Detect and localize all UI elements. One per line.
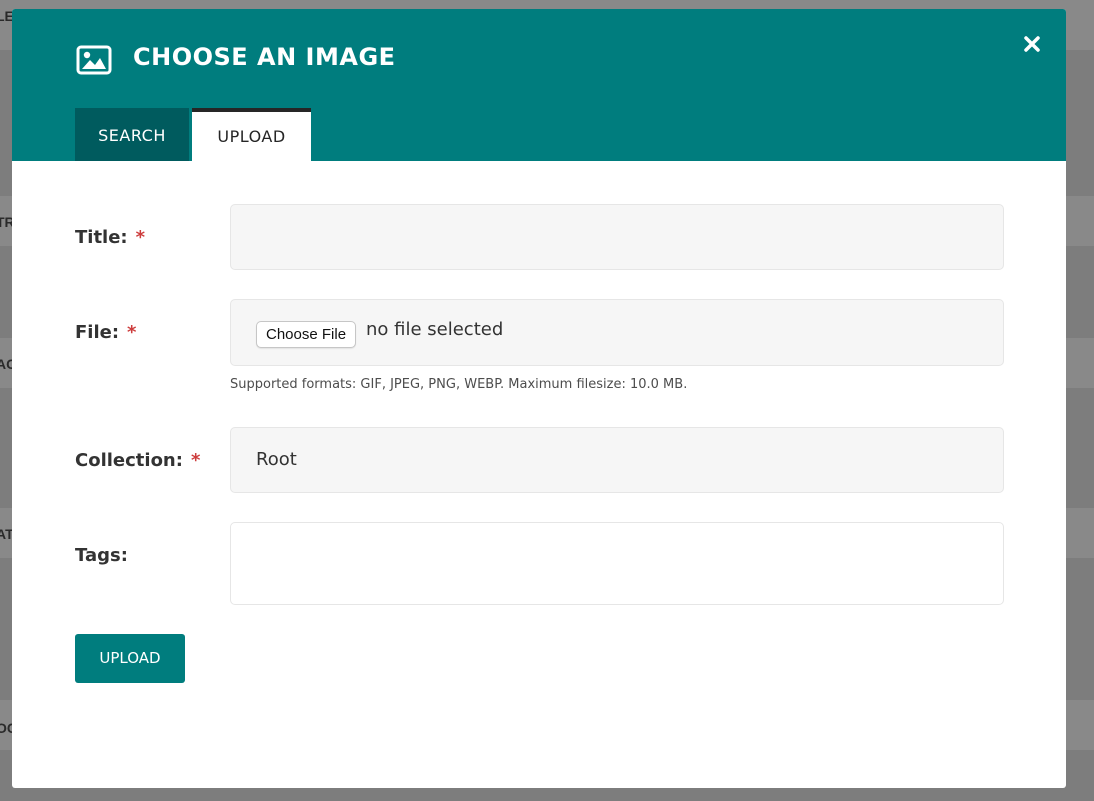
modal-header: CHOOSE AN IMAGE SEARCH UPLOAD xyxy=(12,9,1066,161)
tab-upload[interactable]: UPLOAD xyxy=(192,108,311,161)
collection-select[interactable]: Root xyxy=(230,427,1004,493)
required-marker: * xyxy=(127,322,137,343)
title-label: Title: * xyxy=(75,227,145,248)
collection-label-text: Collection: xyxy=(75,450,183,471)
file-help-text: Supported formats: GIF, JPEG, PNG, WEBP.… xyxy=(230,377,688,392)
file-field: Choose File no file selected xyxy=(230,299,1004,366)
file-label-text: File: xyxy=(75,322,120,343)
choose-file-button[interactable]: Choose File xyxy=(256,321,357,348)
tab-search[interactable]: SEARCH xyxy=(75,108,189,161)
title-input[interactable] xyxy=(230,204,1004,270)
modal-title: CHOOSE AN IMAGE xyxy=(133,43,396,71)
title-label-text: Title: xyxy=(75,227,128,248)
tags-input[interactable] xyxy=(230,522,1004,605)
choose-image-modal: CHOOSE AN IMAGE SEARCH UPLOAD Title: * Fi… xyxy=(12,9,1066,788)
required-marker: * xyxy=(190,450,201,471)
upload-button[interactable]: UPLOAD xyxy=(75,634,185,683)
file-label: File: * xyxy=(75,322,136,343)
close-icon[interactable] xyxy=(1021,33,1043,55)
image-icon xyxy=(76,45,112,75)
tags-label: Tags: xyxy=(75,545,128,566)
file-status: no file selected xyxy=(366,319,504,340)
collection-selected-value: Root xyxy=(256,449,297,470)
required-marker: * xyxy=(135,227,146,248)
collection-label: Collection: * xyxy=(75,450,200,471)
tags-label-text: Tags: xyxy=(75,545,128,566)
